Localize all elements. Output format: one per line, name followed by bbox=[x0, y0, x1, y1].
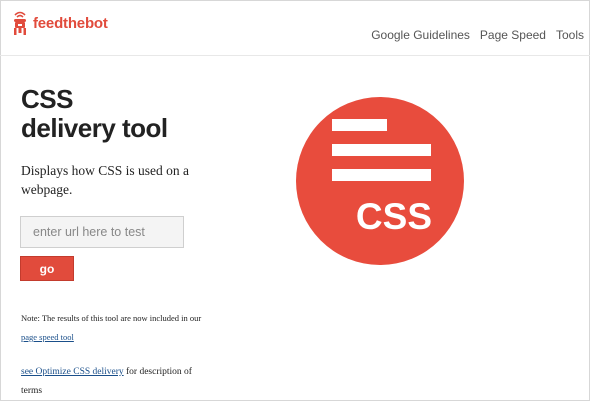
note-prefix: Note: The results of this tool are now i… bbox=[21, 313, 202, 323]
url-input[interactable] bbox=[20, 216, 184, 248]
go-button[interactable]: go bbox=[20, 256, 74, 281]
css-icon-label: CSS bbox=[356, 196, 432, 237]
css-icon-line1 bbox=[332, 119, 387, 131]
see-more-text: see Optimize CSS delivery for descriptio… bbox=[21, 363, 211, 401]
page-speed-tool-link[interactable]: page speed tool bbox=[21, 332, 74, 342]
robot-logo-icon bbox=[14, 11, 26, 35]
site-logo-link[interactable]: feedthebot bbox=[11, 10, 108, 36]
optimize-css-delivery-link[interactable]: see Optimize CSS delivery bbox=[21, 367, 124, 377]
nav-link-page-speed[interactable]: Page Speed bbox=[480, 28, 546, 42]
css-icon-line2 bbox=[332, 144, 431, 156]
css-document-icon: CSS bbox=[296, 97, 464, 265]
site-header: feedthebot Google Guidelines Page Speed … bbox=[0, 0, 590, 56]
css-icon-line3 bbox=[332, 169, 431, 181]
page-title-line1: CSS bbox=[21, 84, 73, 114]
note-text: Note: The results of this tool are now i… bbox=[21, 309, 211, 347]
top-nav: Google Guidelines Page Speed Tools bbox=[371, 28, 584, 42]
page-title: CSS delivery tool bbox=[21, 85, 168, 143]
page-title-line2: delivery tool bbox=[21, 113, 168, 143]
logo-text: feedthebot bbox=[33, 14, 108, 32]
nav-link-tools[interactable]: Tools bbox=[556, 28, 584, 42]
tool-description: Displays how CSS is used on a webpage. bbox=[21, 163, 190, 197]
nav-link-google-guidelines[interactable]: Google Guidelines bbox=[371, 28, 470, 42]
